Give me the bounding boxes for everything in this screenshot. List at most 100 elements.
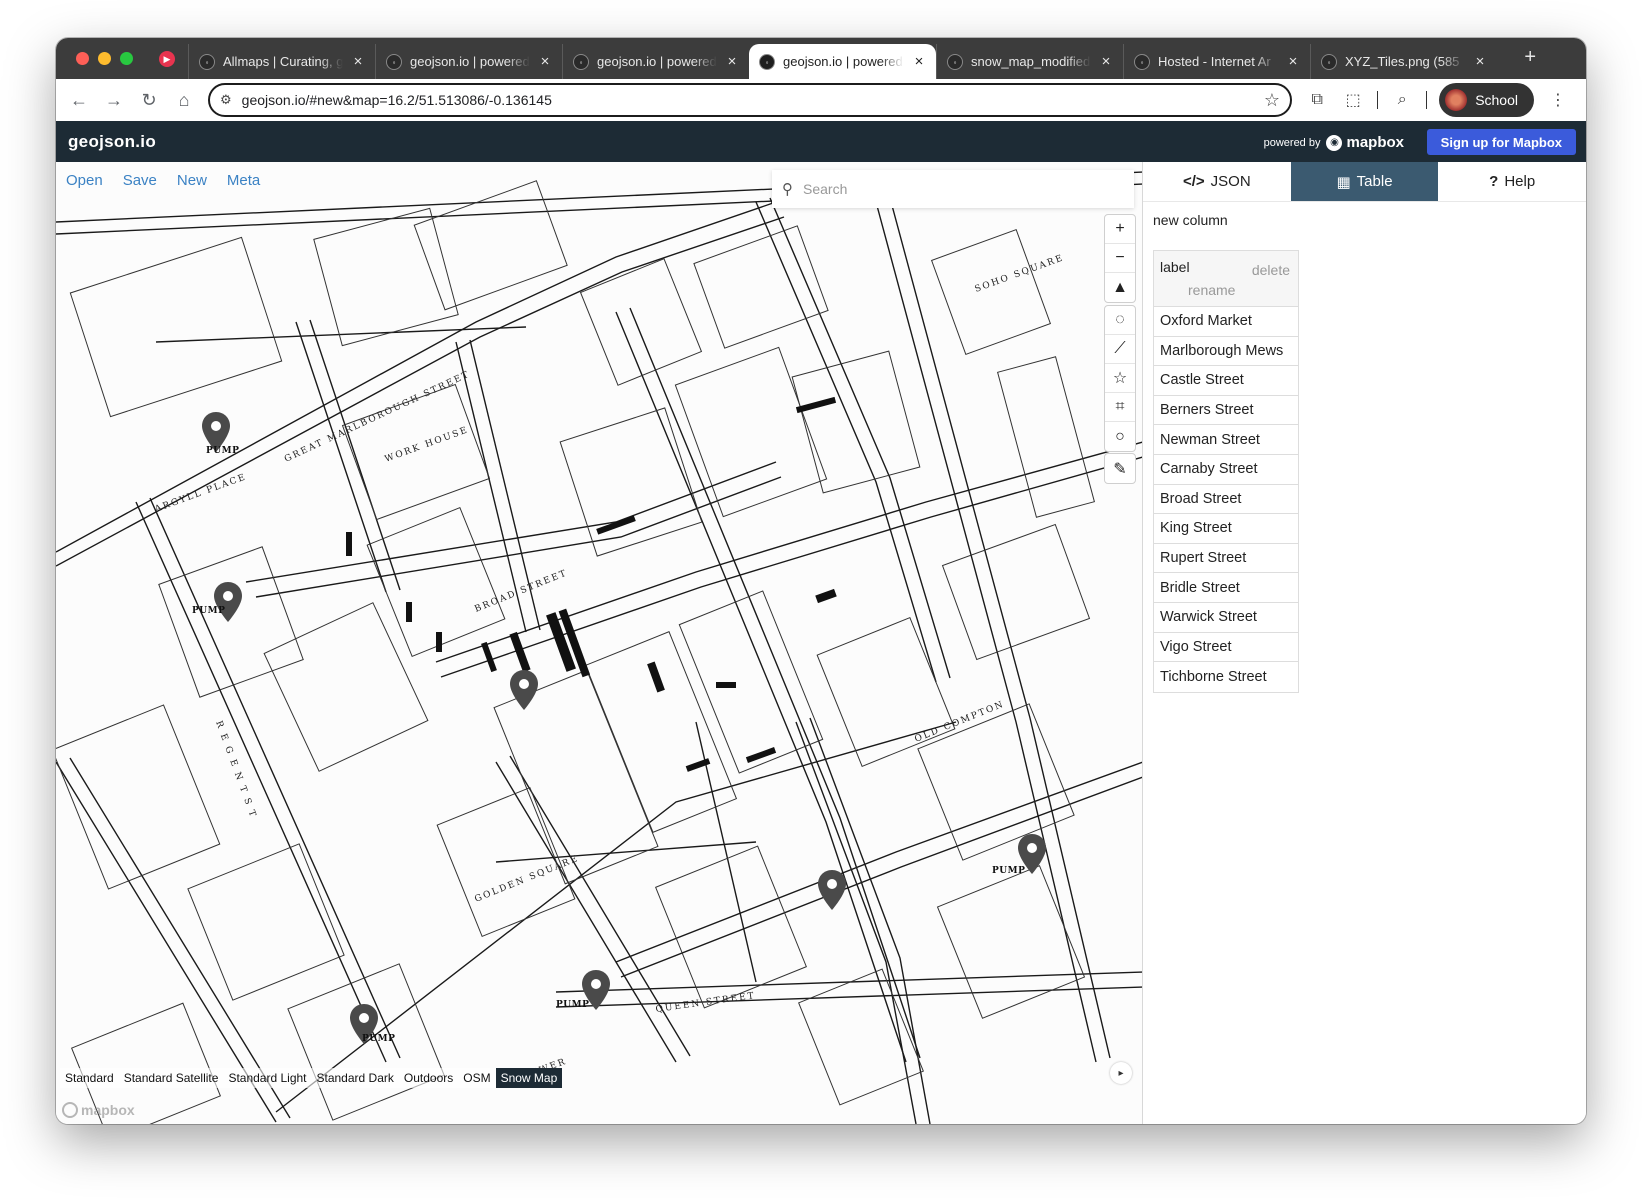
layer-option[interactable]: Standard Light xyxy=(223,1068,312,1088)
svg-text:QUEEN STREET: QUEEN STREET xyxy=(655,991,756,1015)
app-header: geojson.io powered by ◉ mapbox Sign up f… xyxy=(56,121,1586,162)
app-brand[interactable]: geojson.io xyxy=(68,132,156,152)
search-input[interactable]: Search xyxy=(803,181,847,197)
menu-kebab-icon[interactable]: ⋮ xyxy=(1546,88,1570,112)
tab-help[interactable]: ? Help xyxy=(1438,162,1586,201)
compass-icon[interactable]: ▲ xyxy=(1105,273,1135,302)
meta-link[interactable]: Meta xyxy=(227,172,260,189)
map-canvas[interactable]: GREAT MARLBOROUGH STREET BROAD STREET OL… xyxy=(56,162,1143,1124)
layer-option[interactable]: Outdoors xyxy=(398,1068,459,1088)
browser-tab[interactable]: ◦ Hosted - Internet Ar × xyxy=(1123,44,1310,79)
new-link[interactable]: New xyxy=(177,172,207,189)
new-column-button[interactable]: new column xyxy=(1153,212,1228,228)
table-row[interactable]: Bridle Street xyxy=(1154,573,1298,603)
minimize-window-button[interactable] xyxy=(98,52,111,65)
layer-option[interactable]: Standard Dark xyxy=(311,1068,399,1088)
table-row[interactable]: Oxford Market xyxy=(1154,307,1298,337)
browser-tab[interactable]: ◦ snow_map_modified × xyxy=(936,44,1123,79)
table-row[interactable]: King Street xyxy=(1154,514,1298,544)
rename-column-button[interactable]: rename xyxy=(1188,282,1235,298)
mapbox-logo[interactable]: ◉ mapbox xyxy=(1326,134,1404,151)
svg-text:SOHO SQUARE: SOHO SQUARE xyxy=(974,253,1066,295)
browser-tab[interactable]: ◦ XYZ_Tiles.png (585 × xyxy=(1310,44,1497,79)
layer-option[interactable]: OSM xyxy=(458,1068,496,1088)
table-row[interactable]: Newman Street xyxy=(1154,425,1298,455)
feature-table: label delete rename Oxford Market Marlbor… xyxy=(1153,250,1299,693)
archive-icon: ◦ xyxy=(947,53,963,70)
extensions-icon[interactable]: ⬚ xyxy=(1341,88,1365,112)
tab-table[interactable]: ▦ Table xyxy=(1290,162,1439,201)
url-text[interactable]: geojson.io/#new&map=16.2/51.513086/-0.13… xyxy=(242,92,1264,108)
pump-label: PUMP xyxy=(206,446,240,456)
signup-button[interactable]: Sign up for Mapbox xyxy=(1426,129,1576,155)
new-tab-button[interactable]: + xyxy=(1524,46,1536,69)
table-row[interactable]: Broad Street xyxy=(1154,485,1298,515)
column-label: label xyxy=(1160,259,1190,275)
avatar xyxy=(1445,89,1468,111)
draw-polygon-icon[interactable]: ☆ xyxy=(1105,364,1135,393)
tab-title: Hosted - Internet Ar xyxy=(1158,54,1271,69)
forward-button[interactable]: → xyxy=(97,83,131,117)
translate-icon[interactable]: ⧉ xyxy=(1305,88,1329,112)
browser-tab[interactable]: ◦ geojson.io | powered × xyxy=(749,44,936,79)
svg-text:GREAT MARLBOROUGH STREET: GREAT MARLBOROUGH STREET xyxy=(283,370,472,465)
mapbox-map-logo-text: mapbox xyxy=(81,1102,135,1118)
table-row[interactable]: Castle Street xyxy=(1154,366,1298,396)
back-button[interactable]: ← xyxy=(62,83,96,117)
close-tab-icon[interactable]: × xyxy=(351,53,365,70)
map-marker-icon[interactable] xyxy=(214,582,242,622)
site-settings-icon[interactable]: ⚙ xyxy=(220,92,232,108)
zoom-out-button[interactable]: − xyxy=(1105,244,1135,273)
mapbox-map-logo[interactable]: mapbox xyxy=(62,1102,135,1118)
delete-column-button[interactable]: delete xyxy=(1252,262,1290,278)
draw-line-icon[interactable]: ⟋ xyxy=(1105,335,1135,364)
geojson-icon: ◦ xyxy=(573,53,589,70)
geocoder-search[interactable]: ⚲ Search xyxy=(772,170,1134,208)
edit-icon[interactable]: ✎ xyxy=(1105,454,1135,483)
draw-rectangle-icon[interactable]: ⌗ xyxy=(1105,393,1135,422)
map-marker-icon[interactable] xyxy=(510,670,538,710)
pinned-tab-youtube[interactable]: ▶ xyxy=(156,48,178,70)
layer-switcher: Standard Standard Satellite Standard Light… xyxy=(60,1068,563,1088)
layer-option[interactable]: Snow Map xyxy=(495,1068,563,1088)
close-tab-icon[interactable]: × xyxy=(1099,53,1113,70)
browser-tab[interactable]: ◦ geojson.io | powered × xyxy=(562,44,749,79)
layer-option[interactable]: Standard xyxy=(60,1068,119,1088)
table-row[interactable]: Berners Street xyxy=(1154,396,1298,426)
close-window-button[interactable] xyxy=(76,52,89,65)
pump-label: PUMP xyxy=(556,1000,590,1010)
maximize-window-button[interactable] xyxy=(120,52,133,65)
address-bar[interactable]: ⚙ geojson.io/#new&map=16.2/51.513086/-0.… xyxy=(208,83,1292,117)
table-row[interactable]: Marlborough Mews xyxy=(1154,337,1298,367)
table-row[interactable]: Tichborne Street xyxy=(1154,662,1298,692)
table-row[interactable]: Rupert Street xyxy=(1154,544,1298,574)
table-row[interactable]: Warwick Street xyxy=(1154,603,1298,633)
sidebar-panel: </> JSON ▦ Table ? Help new column label… xyxy=(1143,162,1586,1124)
draw-controls: ◌ ⟋ ☆ ⌗ ○ xyxy=(1104,305,1136,452)
close-tab-icon[interactable]: × xyxy=(1286,53,1300,70)
draw-marker-icon[interactable]: ◌ xyxy=(1105,306,1135,335)
reload-button[interactable]: ↻ xyxy=(132,83,166,117)
close-tab-icon[interactable]: × xyxy=(725,53,739,70)
close-tab-icon[interactable]: × xyxy=(1473,53,1487,70)
draw-circle-icon[interactable]: ○ xyxy=(1105,422,1135,451)
zoom-in-button[interactable]: + xyxy=(1105,215,1135,244)
sidebar-tabs: </> JSON ▦ Table ? Help xyxy=(1143,162,1586,202)
tab-search-icon[interactable]: ⌕ xyxy=(1390,88,1414,112)
browser-tab[interactable]: ◦ geojson.io | powered × xyxy=(375,44,562,79)
map-marker-icon[interactable] xyxy=(818,870,846,910)
pump-label: PUMP xyxy=(992,866,1026,876)
save-link[interactable]: Save xyxy=(123,172,157,189)
profile-button[interactable]: School xyxy=(1439,83,1534,117)
close-tab-icon[interactable]: × xyxy=(538,53,552,70)
browser-tab[interactable]: ◦ Allmaps | Curating, g × xyxy=(188,44,375,79)
attribution-toggle-icon[interactable]: ▸ xyxy=(1110,1062,1132,1084)
bookmark-star-icon[interactable]: ☆ xyxy=(1264,90,1280,111)
table-row[interactable]: Carnaby Street xyxy=(1154,455,1298,485)
home-button[interactable]: ⌂ xyxy=(167,83,201,117)
layer-option[interactable]: Standard Satellite xyxy=(118,1068,224,1088)
table-row[interactable]: Vigo Street xyxy=(1154,633,1298,663)
open-link[interactable]: Open xyxy=(66,172,103,189)
close-tab-icon[interactable]: × xyxy=(912,53,926,70)
tab-json[interactable]: </> JSON xyxy=(1143,162,1291,201)
